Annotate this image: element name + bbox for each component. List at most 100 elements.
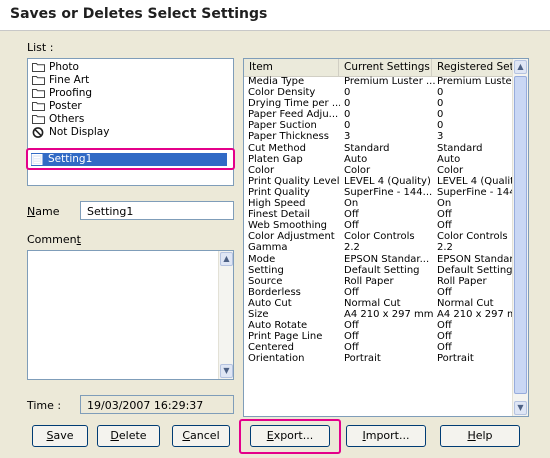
cell-current-setting: Portrait: [344, 353, 381, 365]
table-row: Borderless Off Off: [244, 287, 513, 298]
column-header-item[interactable]: Item: [244, 59, 339, 76]
folder-icon: [32, 114, 45, 124]
cell-current-setting: 0: [344, 98, 351, 110]
cell-registered-setting: Standard: [437, 142, 483, 154]
list-item-label: Proofing: [49, 87, 93, 99]
cell-registered-setting: Off: [437, 209, 452, 221]
cell-registered-setting: Normal Cut: [437, 297, 494, 309]
cell-item: Drying Time per ...: [248, 98, 340, 110]
cell-item: Gamma: [248, 242, 288, 254]
cell-registered-setting: Off: [437, 342, 452, 354]
cell-registered-setting: Off: [437, 286, 452, 298]
table-row: Gamma 2.2 2.2: [244, 242, 513, 253]
help-button[interactable]: Help: [440, 425, 520, 447]
cell-current-setting: Premium Luster ...: [344, 76, 436, 87]
cell-registered-setting: Premium Luster ...: [437, 76, 513, 87]
setting1-highlight-frame: [26, 148, 235, 170]
name-value: Setting1: [87, 205, 134, 218]
time-value: 19/03/2007 16:29:37: [87, 399, 204, 412]
table-scrollbar[interactable]: ▲ ▼: [512, 59, 528, 416]
table-row: Source Roll Paper Roll Paper: [244, 276, 513, 287]
cell-item: Auto Cut: [248, 297, 292, 309]
cell-registered-setting: SuperFine - 144...: [437, 186, 513, 198]
cell-registered-setting: On: [437, 198, 452, 210]
list-item[interactable]: Poster: [32, 100, 82, 113]
cell-item: Finest Detail: [248, 209, 311, 221]
cell-registered-setting: Color: [437, 164, 464, 176]
cell-item: Orientation: [248, 353, 305, 365]
table-row: Auto Cut Normal Cut Normal Cut: [244, 298, 513, 309]
list-item[interactable]: Not Display: [32, 126, 109, 139]
table-row: Mode EPSON Standar... EPSON Standar...: [244, 254, 513, 265]
cell-registered-setting: Off: [437, 220, 452, 232]
import-button[interactable]: Import...: [346, 425, 426, 447]
cell-current-setting: Standard: [344, 142, 390, 154]
comment-textarea[interactable]: ▲ ▼: [27, 250, 234, 380]
cell-current-setting: 3: [344, 131, 351, 143]
list-item[interactable]: Others: [32, 113, 84, 126]
table-row: Web Smoothing Off Off: [244, 220, 513, 231]
comment-label: Comment: [27, 233, 81, 246]
list-item-label: Others: [49, 113, 85, 125]
name-input[interactable]: Setting1: [80, 201, 234, 220]
delete-button[interactable]: Delete: [97, 425, 160, 447]
scroll-down-arrow-icon[interactable]: ▼: [514, 401, 527, 415]
cell-item: Auto Rotate: [248, 320, 308, 332]
cell-registered-setting: LEVEL 4 (Quality): [437, 175, 513, 187]
cell-current-setting: A4 210 x 297 mm: [344, 308, 434, 320]
table-row: Media Type Premium Luster ... Premium Lust…: [244, 76, 513, 87]
table-row: Auto Rotate Off Off: [244, 320, 513, 331]
cell-current-setting: 0: [344, 109, 351, 121]
cell-registered-setting: Off: [437, 331, 452, 343]
dialog-title: Saves or Deletes Select Settings: [10, 6, 268, 22]
cancel-button[interactable]: Cancel: [172, 425, 230, 447]
table-row: Color Color Color: [244, 165, 513, 176]
scroll-down-arrow-icon[interactable]: ▼: [220, 364, 233, 378]
cell-registered-setting: A4 210 x 297 mm: [437, 308, 513, 320]
cell-current-setting: LEVEL 4 (Quality): [344, 175, 431, 187]
cell-item: Print Quality Level: [248, 175, 340, 187]
cell-item: Media Type: [248, 76, 305, 87]
scroll-thumb[interactable]: [514, 76, 527, 394]
no-entry-icon: [32, 127, 45, 138]
table-row: Orientation Portrait Portrait: [244, 353, 513, 364]
folder-icon: [32, 101, 45, 111]
table-row: Setting Default Setting Default Setting: [244, 265, 513, 276]
cell-current-setting: On: [344, 198, 359, 210]
scroll-up-arrow-icon[interactable]: ▲: [514, 60, 527, 74]
table-row: Paper Feed Adju... 0 0: [244, 109, 513, 120]
cell-item: Paper Suction: [248, 120, 317, 132]
cell-item: Color Density: [248, 87, 316, 99]
cell-item: Web Smoothing: [248, 220, 328, 232]
table-header: Item Current Settings Registered Sett...: [244, 59, 513, 77]
cell-registered-setting: 0: [437, 87, 444, 99]
cell-registered-setting: 0: [437, 120, 444, 132]
column-header-current[interactable]: Current Settings: [339, 59, 432, 76]
list-item[interactable]: Proofing: [32, 87, 92, 100]
cell-item: Print Quality: [248, 186, 310, 198]
table-body: Media Type Premium Luster ... Premium Lust…: [244, 76, 513, 364]
list-item[interactable]: Photo: [32, 61, 79, 74]
cell-item: Mode: [248, 253, 276, 265]
cell-item: Borderless: [248, 286, 301, 298]
column-header-registered[interactable]: Registered Sett...: [432, 59, 513, 76]
list-item-label: Photo: [49, 61, 79, 73]
list-item[interactable]: Fine Art: [32, 74, 89, 87]
folder-icon: [32, 88, 45, 98]
cell-registered-setting: Color Controls: [437, 231, 508, 243]
time-label: Time :: [27, 399, 62, 412]
folder-icon: [32, 62, 45, 72]
comment-scrollbar[interactable]: ▲ ▼: [218, 251, 233, 379]
cell-current-setting: Off: [344, 220, 359, 232]
cell-current-setting: EPSON Standar...: [344, 253, 430, 265]
cell-current-setting: Off: [344, 286, 359, 298]
cell-item: Cut Method: [248, 142, 306, 154]
cell-item: High Speed: [248, 198, 306, 210]
cell-current-setting: 2.2: [344, 242, 360, 254]
folder-icon: [32, 75, 45, 85]
cell-item: Setting: [248, 264, 284, 276]
cell-item: Paper Thickness: [248, 131, 329, 143]
cell-registered-setting: Portrait: [437, 353, 474, 365]
save-button[interactable]: Save: [32, 425, 88, 447]
scroll-up-arrow-icon[interactable]: ▲: [220, 252, 233, 266]
